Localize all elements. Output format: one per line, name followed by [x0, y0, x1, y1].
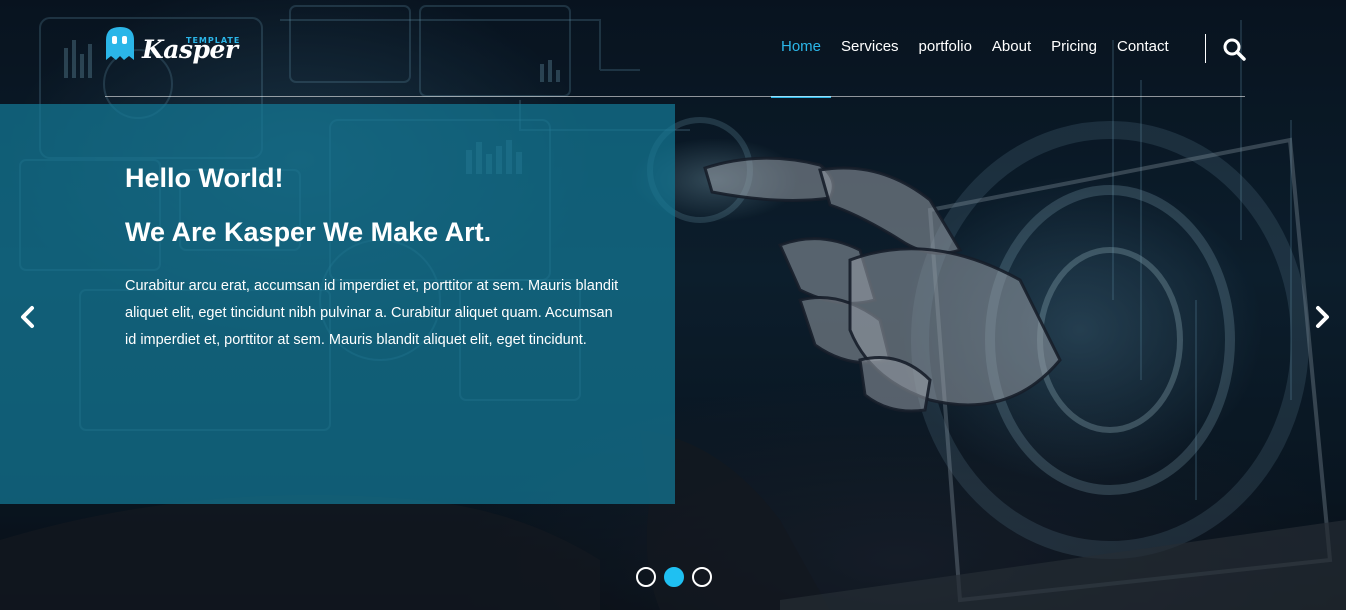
logo-wordmark: Kasper: [142, 35, 238, 64]
slider-next-button[interactable]: [1311, 304, 1333, 330]
nav-link-pricing[interactable]: Pricing: [1041, 32, 1107, 64]
ghost-icon: [106, 27, 134, 60]
chevron-right-icon: [1316, 306, 1329, 328]
nav-link-about[interactable]: About: [982, 32, 1041, 64]
header-divider: [105, 96, 1245, 97]
nav-link-services[interactable]: Services: [831, 32, 909, 64]
nav-link-portfolio[interactable]: portfolio: [909, 32, 982, 64]
slider-dot-3[interactable]: [692, 567, 712, 587]
slide-subtitle: We Are Kasper We Make Art.: [125, 217, 492, 247]
slide-title: Hello World!: [125, 163, 284, 193]
slide-description: Curabitur arcu erat, accumsan id imperdi…: [125, 278, 619, 348]
logo[interactable]: TEMPLATE Kasper: [104, 26, 244, 70]
nav-link-home[interactable]: Home: [771, 32, 832, 98]
nav-divider: [1205, 34, 1206, 63]
search-button[interactable]: [1222, 37, 1246, 61]
chevron-left-icon: [21, 306, 34, 328]
slider-pagination: [636, 567, 712, 587]
slider-dot-1[interactable]: [636, 567, 656, 587]
slider-dot-2[interactable]: [664, 567, 684, 587]
search-icon: [1223, 38, 1246, 61]
main-nav: Home Services portfolio About Pricing Co…: [771, 32, 1179, 98]
slider-prev-button[interactable]: [17, 304, 39, 330]
nav-link-contact[interactable]: Contact: [1107, 32, 1179, 64]
